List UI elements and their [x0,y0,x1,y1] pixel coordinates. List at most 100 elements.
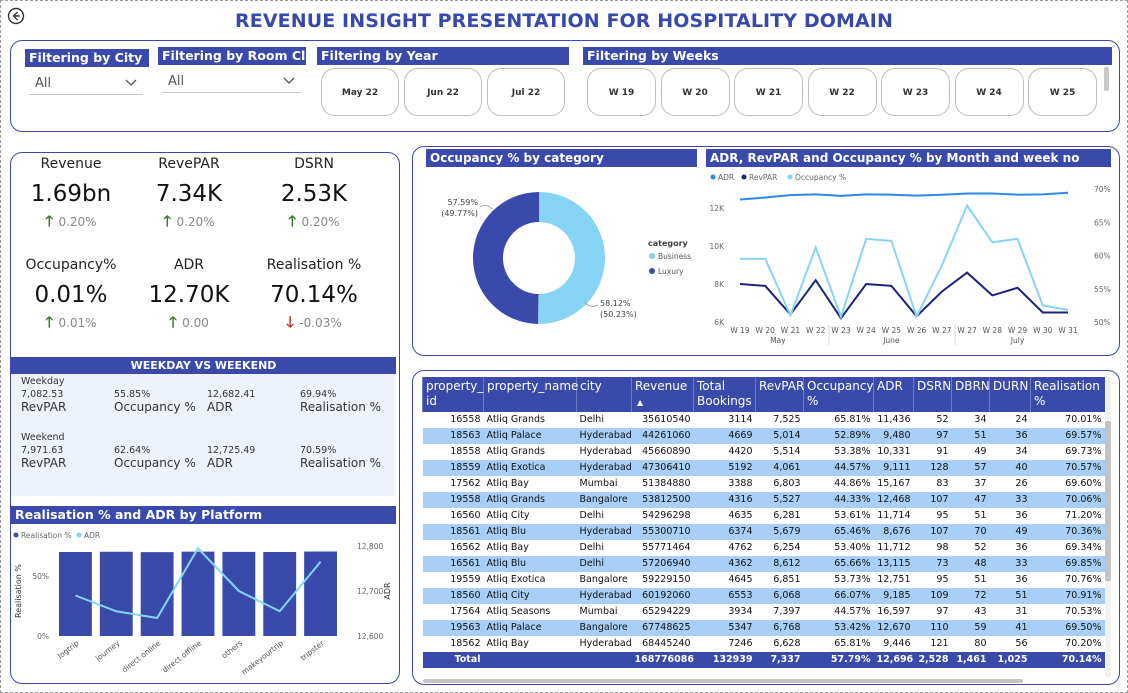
table-row[interactable]: 16558 Atliq Grands Delhi 35610540 3114 7,525 6… [423,412,1105,428]
y-left-tick-label: 10K [710,242,726,251]
week-option-0[interactable]: W 19 [587,68,656,116]
table-cell: 69.34% [1065,542,1102,553]
table-cell: Atliq City [483,588,577,604]
bar-others[interactable] [222,551,256,636]
bar-tripster[interactable] [304,551,337,636]
column-header-occupancy-[interactable]: Occupancy % [803,377,874,412]
week-option-6[interactable]: W 25 [1028,68,1097,116]
week-option-2[interactable]: W 21 [734,68,803,116]
table-cell: Bangalore [576,492,632,508]
table-row[interactable]: 18558 Atliq Grands Hyderabad 45660890 4420 5,… [423,444,1105,460]
bar-makeyourtrip[interactable] [263,552,297,636]
table-cell: 48 [951,556,990,572]
column-header-realisation-[interactable]: Realisation % [1030,377,1105,412]
weeks-scrollbar[interactable] [1104,67,1109,91]
table-row[interactable]: 17564 Atliq Seasons Mumbai 65294229 3934 7,39… [423,604,1105,620]
occupancy-donut-chart: 58.12% (50.23%) 57.59% (49.77%) category Busi… [441,192,691,324]
column-header-durn[interactable]: DURN [989,377,1031,412]
table-cell: 69.73% [1065,446,1102,457]
bar-logtrip[interactable] [59,552,92,636]
table-cell: Atliq Bay [486,638,529,649]
table-cell: 128 [913,460,952,476]
legend-marker-business [649,253,655,259]
y-right-tick-label: 50% [1094,318,1111,327]
table-row[interactable]: 16561 Atliq Blu Delhi 57206940 4362 8,612 65.6… [422,556,1105,572]
table-row[interactable]: 16562 Atliq Bay Delhi 55771464 4762 6,254 53.4… [423,540,1105,556]
table-cell: 19559 [450,574,481,585]
series-line-adr[interactable] [739,191,1069,201]
weekend-metric-occupancy-: 62.64% Occupancy % [114,445,196,470]
table-cell: Atliq Grands [486,446,545,457]
bar-direct-offline[interactable] [181,551,215,636]
week-option-5[interactable]: W 24 [954,68,1024,116]
year-option-0[interactable]: May 22 [321,68,399,116]
table-scroll-thumb[interactable] [1105,421,1111,581]
weekend-metric-adr: 12,725.49 ADR [207,445,255,470]
table-cell: 3114 [728,414,753,425]
table-cell: 70.91% [1030,588,1105,604]
table-cell: 11,436 [877,414,911,425]
city-filter-dropdown[interactable]: All [29,73,143,95]
kpi-card-revepar: RevePAR 7.34K 🡑 0.20% [129,156,249,236]
legend-marker-adr [76,532,82,538]
column-header-revpar[interactable]: RevPAR [755,377,804,412]
table-cell: 19558 [422,492,484,508]
room-class-filter-dropdown[interactable]: All [162,71,301,93]
table-row[interactable]: 19559 Atliq Exotica Bangalore 59229150 4645 6… [423,572,1105,588]
column-header-revenue[interactable]: Revenue ▲ [631,377,694,412]
table-cell: 24 [1015,414,1028,425]
x-tick-label: W 27 [932,326,952,335]
bar-direct-online[interactable] [140,552,174,636]
bar-journey[interactable] [99,551,133,636]
kpi-value: 0.01% [34,282,108,308]
table-row[interactable]: 19558 Atliq Grands Bangalore 53812500 4316 5,… [422,492,1105,508]
table-row[interactable]: 16560 Atliq City Delhi 54296298 4635 6,281 53.… [423,508,1105,524]
table-cell: 68445240 [642,638,691,649]
table-row[interactable]: 18562 Atliq Bay Hyderabad 68445240 7246 6,628… [423,636,1105,652]
table-horizontal-scrollbar[interactable] [423,679,1023,683]
kpi-card-realisation-: Realisation % 70.14% 🡓 -0.03% [254,257,374,337]
x-tick-label: W 20 [756,326,776,335]
room-class-filter-value: All [168,74,185,89]
table-row[interactable]: 19563 Atliq Palace Bangalore 67748625 5347 6,… [422,620,1105,636]
table-cell: 67748625 [631,620,694,636]
table-cell: 34 [974,414,987,425]
page-title: REVENUE INSIGHT PRESENTATION FOR HOSPITA… [235,10,893,32]
year-option-1[interactable]: Jun 22 [404,68,482,116]
table-cell: 9,185 [873,588,914,604]
week-option-3[interactable]: W 22 [807,68,877,116]
table-row[interactable]: 18563 Atliq Palace Hyderabad 44261060 4669 5,… [422,428,1105,444]
column-header-city[interactable]: city [576,377,632,412]
y-left-tick-label: 8K [714,280,725,289]
column-header-dsrn[interactable]: DSRN [913,377,952,412]
table-cell: 4762 [728,542,753,553]
column-header-adr[interactable]: ADR [873,377,914,412]
table-cell: 121 [930,638,949,649]
metric-value: 70.59% [300,445,337,456]
table-row[interactable]: 17562 Atliq Bay Mumbai 51384880 3388 6,803 44.… [423,476,1105,492]
column-header-property-id[interactable]: property_ id [422,377,484,412]
y-right-tick-label: 70% [1094,185,1111,194]
week-option-1[interactable]: W 20 [660,68,730,116]
table-cell: 69.85% [1030,556,1105,572]
column-header-property-name[interactable]: property_name [483,377,578,412]
table-row[interactable]: 18561 Atliq Blu Hyderabad 55300710 6374 5,679… [422,524,1105,540]
year-option-2[interactable]: Jul 22 [487,68,565,116]
legend-marker-revpar [741,174,747,180]
x-tick-label: journey [93,638,122,663]
total-cell: 1687760868 [631,652,694,668]
column-header-dbrn[interactable]: DBRN [951,377,990,412]
platform-chart-header: Realisation % and ADR by Platform [11,506,396,524]
table-row[interactable]: 18559 Atliq Exotica Hyderabad 47306410 5192 4… [422,460,1105,476]
table-cell: 5,014 [755,428,804,444]
table-cell: 44261060 [631,428,694,444]
week-option-4[interactable]: W 23 [881,68,950,116]
table-cell: 37 [974,478,987,489]
city-filter-value: All [35,76,52,91]
donut-slice-business[interactable] [538,192,606,324]
column-header-total-bookings[interactable]: Total Bookings [693,377,756,412]
table-cell: 69.57% [1030,428,1105,444]
table-row[interactable]: 18560 Atliq City Hyderabad 60192060 6553 6,06… [422,588,1105,604]
table-cell: 59 [951,620,990,636]
donut-slice-luxury[interactable] [473,192,539,324]
